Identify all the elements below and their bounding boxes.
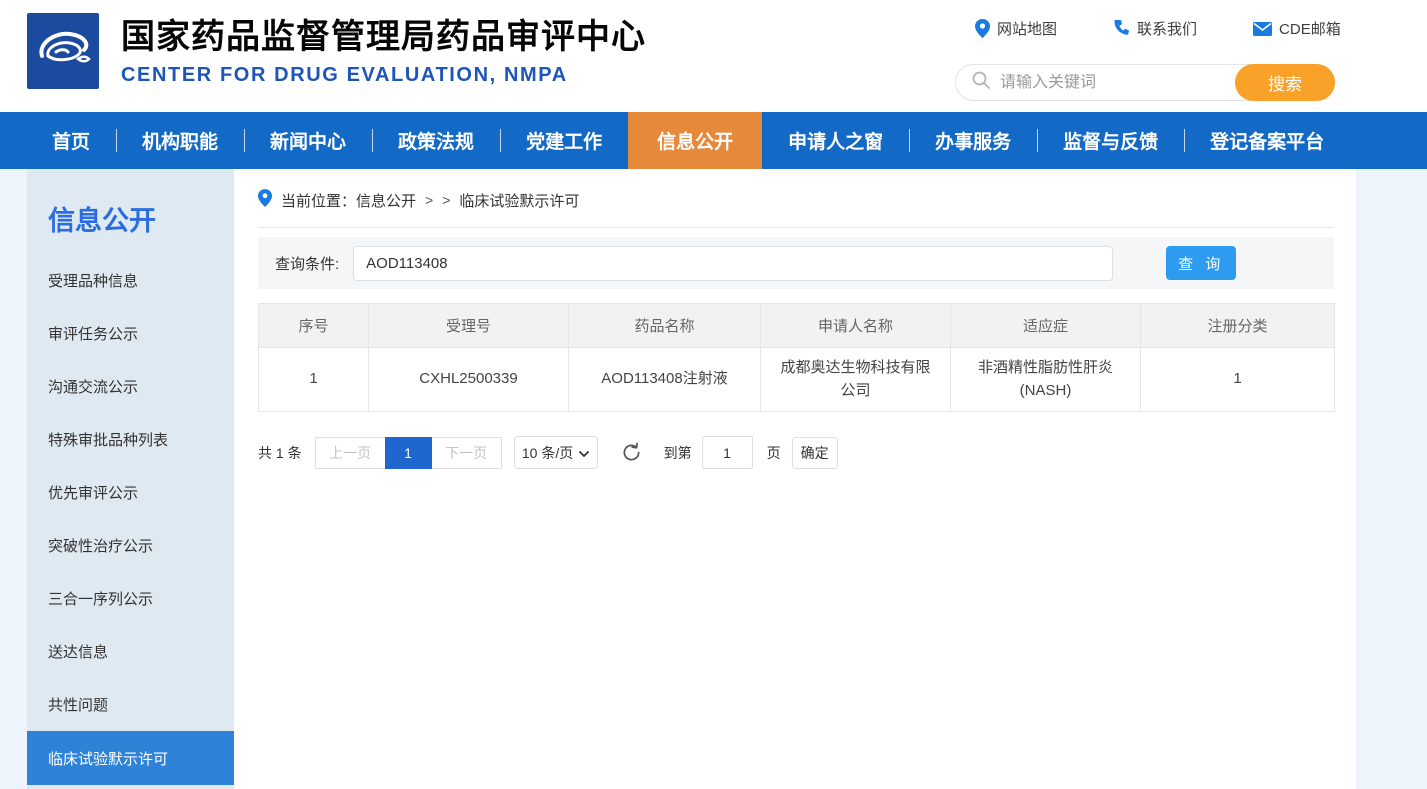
nav-item-services[interactable]: 办事服务 [909, 112, 1037, 169]
search-icon [972, 71, 990, 94]
breadcrumb-pin-icon [258, 189, 272, 211]
main-nav: 首页 机构职能 新闻中心 政策法规 党建工作 信息公开 申请人之窗 办事服务 监… [0, 112, 1427, 169]
cell-drug-name: AOD113408注射液 [569, 348, 761, 412]
nav-item-info-disclosure[interactable]: 信息公开 [628, 112, 762, 169]
table-header-row: 序号 受理号 药品名称 申请人名称 适应症 注册分类 [259, 304, 1335, 348]
nav-item-functions[interactable]: 机构职能 [116, 112, 244, 169]
left-gutter [0, 169, 27, 789]
search-button[interactable]: 搜索 [1235, 64, 1335, 101]
nav-item-policies[interactable]: 政策法规 [372, 112, 500, 169]
header-acceptance-no: 受理号 [369, 304, 569, 348]
next-page-button[interactable]: 下一页 [432, 437, 502, 469]
page-size-select[interactable]: 10 条/页 [514, 436, 598, 469]
sitemap-label: 网站地图 [997, 18, 1057, 39]
chevron-down-icon [579, 445, 589, 461]
goto-page-input[interactable] [702, 436, 753, 469]
right-gutter [1356, 169, 1427, 789]
breadcrumb-current: 临床试验默示许可 [459, 190, 579, 211]
mail-icon [1253, 22, 1272, 36]
breadcrumb-separator: > [425, 192, 433, 208]
quick-links: 网站地图 联系我们 CDE邮箱 [975, 18, 1341, 39]
page-number-button[interactable]: 1 [385, 437, 432, 469]
goto-page-suffix: 页 [767, 443, 781, 463]
query-panel: 查询条件: 查 询 [258, 237, 1334, 289]
sidebar-title: 信息公开 [27, 199, 234, 238]
nav-item-registration-platform[interactable]: 登记备案平台 [1184, 112, 1350, 169]
query-label: 查询条件: [275, 253, 339, 274]
site-subtitle: CENTER FOR DRUG EVALUATION, NMPA [121, 64, 646, 87]
nav-item-home[interactable]: 首页 [26, 112, 116, 169]
cell-seq: 1 [259, 348, 369, 412]
cde-mail-link[interactable]: CDE邮箱 [1253, 18, 1341, 39]
sidebar: 信息公开 受理品种信息 审评任务公示 沟通交流公示 特殊审批品种列表 优先审评公… [27, 169, 234, 789]
results-table: 序号 受理号 药品名称 申请人名称 适应症 注册分类 1 CXHL2500339… [258, 303, 1335, 412]
sidebar-item-priority-review[interactable]: 优先审评公示 [27, 466, 234, 519]
site-title: 国家药品监督管理局药品审评中心 [121, 17, 646, 58]
cde-mail-label: CDE邮箱 [1279, 18, 1341, 39]
location-pin-icon [975, 19, 990, 38]
header: 国家药品监督管理局药品审评中心 CENTER FOR DRUG EVALUATI… [0, 0, 1427, 112]
cell-applicant: 成都奥达生物科技有限公司 [761, 348, 951, 412]
phone-icon [1113, 20, 1130, 37]
sitemap-link[interactable]: 网站地图 [975, 18, 1057, 39]
breadcrumb-separator: > [442, 192, 450, 208]
brand: 国家药品监督管理局药品审评中心 CENTER FOR DRUG EVALUATI… [27, 13, 646, 89]
contact-label: 联系我们 [1137, 18, 1197, 39]
sidebar-item-breakthrough-therapy[interactable]: 突破性治疗公示 [27, 519, 234, 572]
header-indication: 适应症 [951, 304, 1141, 348]
header-registration-class: 注册分类 [1141, 304, 1335, 348]
table-row: 1 CXHL2500339 AOD113408注射液 成都奥达生物科技有限公司 … [259, 348, 1335, 412]
site-search: 搜索 [955, 64, 1335, 101]
header-drug-name: 药品名称 [569, 304, 761, 348]
search-input[interactable] [1000, 74, 1235, 92]
goto-page-label: 到第 [664, 443, 692, 463]
nav-item-supervision[interactable]: 监督与反馈 [1037, 112, 1184, 169]
query-button[interactable]: 查 询 [1166, 246, 1236, 280]
sidebar-item-special-approval[interactable]: 特殊审批品种列表 [27, 413, 234, 466]
page: 国家药品监督管理局药品审评中心 CENTER FOR DRUG EVALUATI… [0, 0, 1427, 789]
contact-link[interactable]: 联系我们 [1113, 18, 1197, 39]
page-size-value: 10 条/页 [522, 443, 573, 463]
total-count: 共 1 条 [258, 443, 302, 463]
cde-logo-icon [27, 13, 99, 89]
sidebar-item-clinical-trial-implied-license[interactable]: 临床试验默示许可 [27, 731, 234, 785]
confirm-button[interactable]: 确定 [792, 437, 838, 469]
sidebar-item-delivery-info[interactable]: 送达信息 [27, 625, 234, 678]
header-applicant: 申请人名称 [761, 304, 951, 348]
nav-item-party[interactable]: 党建工作 [500, 112, 628, 169]
sidebar-item-three-in-one[interactable]: 三合一序列公示 [27, 572, 234, 625]
sidebar-item-common-issues[interactable]: 共性问题 [27, 678, 234, 731]
header-seq: 序号 [259, 304, 369, 348]
refresh-icon[interactable] [621, 442, 642, 463]
query-input[interactable] [353, 246, 1113, 281]
nav-item-news[interactable]: 新闻中心 [244, 112, 372, 169]
sidebar-item-communication[interactable]: 沟通交流公示 [27, 360, 234, 413]
main-wrap: 信息公开 受理品种信息 审评任务公示 沟通交流公示 特殊审批品种列表 优先审评公… [0, 169, 1427, 789]
brand-text: 国家药品监督管理局药品审评中心 CENTER FOR DRUG EVALUATI… [121, 13, 646, 87]
content: 当前位置：信息公开 > > 临床试验默示许可 查询条件: 查 询 序号 受理号 … [234, 169, 1356, 789]
sidebar-item-review-tasks[interactable]: 审评任务公示 [27, 307, 234, 360]
nav-item-applicant-window[interactable]: 申请人之窗 [762, 112, 909, 169]
cell-indication: 非酒精性脂肪性肝炎(NASH) [951, 348, 1141, 412]
pagination: 共 1 条 上一页 1 下一页 10 条/页 到第 页 确定 [258, 436, 1334, 469]
prev-page-button[interactable]: 上一页 [315, 437, 385, 469]
breadcrumb: 当前位置：信息公开 > > 临床试验默示许可 [258, 189, 1334, 228]
breadcrumb-location: 当前位置：信息公开 [281, 190, 416, 211]
cell-acceptance-no: CXHL2500339 [369, 348, 569, 412]
sidebar-item-accepted-varieties[interactable]: 受理品种信息 [27, 254, 234, 307]
cell-registration-class: 1 [1141, 348, 1335, 412]
